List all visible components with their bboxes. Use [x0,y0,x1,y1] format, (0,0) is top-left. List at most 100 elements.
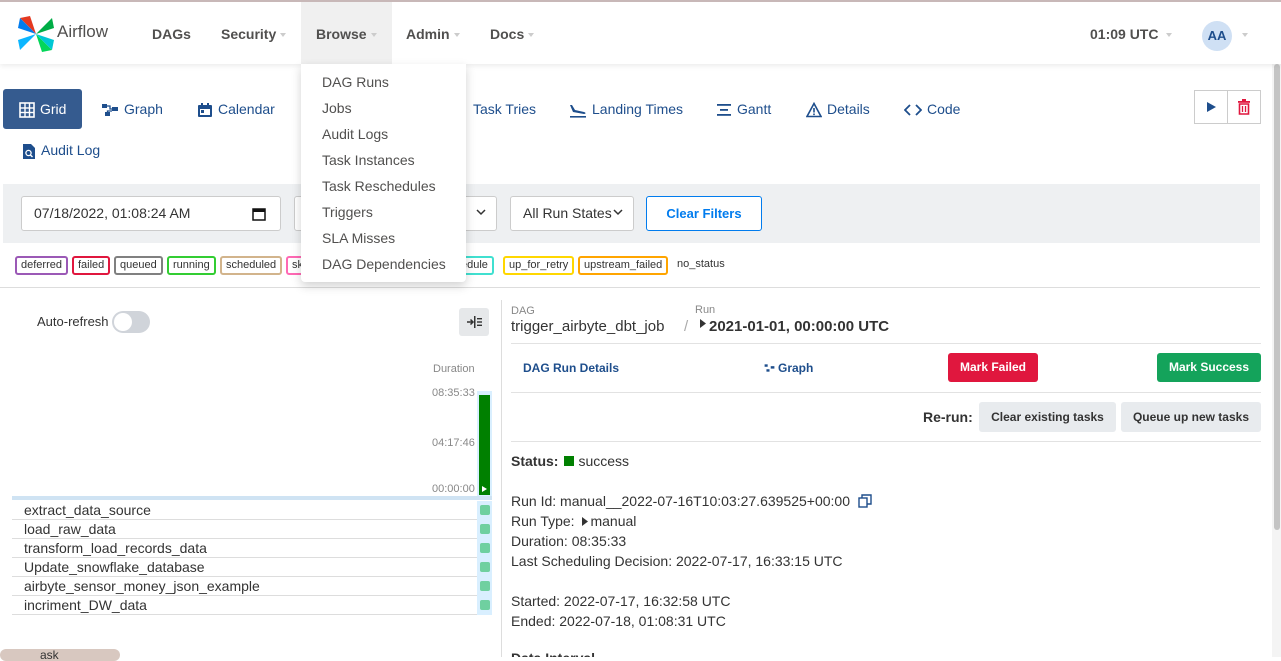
legend-up-for-retry[interactable]: up_for_retry [503,256,575,275]
menu-item-sla-misses[interactable]: SLA Misses [301,226,466,252]
legend-scheduled[interactable]: scheduled [220,256,283,275]
play-icon [482,486,487,492]
tab-code[interactable]: Code [904,89,960,129]
graph-button[interactable]: Graph [764,361,813,375]
scrollbar-thumb[interactable] [1274,64,1280,530]
panel-divider [501,300,502,657]
nav-dags[interactable]: DAGs [138,2,205,66]
menu-item-dag-runs[interactable]: DAG Runs [301,70,466,96]
task-row[interactable]: extract_data_source [12,501,492,520]
graph-icon [764,364,775,372]
run-state-select[interactable]: All Run States [510,196,634,231]
started-line: Started: 2022-07-17, 16:32:58 UTC [511,593,731,609]
menu-item-triggers[interactable]: Triggers [301,200,466,226]
task-instance-success[interactable] [480,562,490,572]
legend-failed[interactable]: failed [72,256,111,275]
duration-line: Duration: 08:35:33 [511,533,627,549]
clear-existing-tasks-button[interactable]: Clear existing tasks [979,402,1116,432]
calendar-icon [198,103,212,118]
copy-icon[interactable] [858,494,872,508]
legend-deferred[interactable]: deferred [15,256,68,275]
tab-calendar[interactable]: Calendar [197,89,275,129]
trash-icon [1238,99,1250,115]
auto-refresh-toggle[interactable] [112,311,150,333]
menu-item-jobs[interactable]: Jobs [301,96,466,122]
breadcrumb-run-id[interactable]: 2021-01-01, 00:00:00 UTC [709,318,889,335]
task-instance-success[interactable] [480,505,490,515]
task-instance-success[interactable] [480,600,490,610]
nav-admin[interactable]: Admin [392,2,474,66]
tab-task-tries[interactable]: Task Tries [473,89,536,129]
divider [511,343,1261,344]
task-instance-success[interactable] [480,543,490,553]
trigger-dag-button[interactable] [1194,90,1228,124]
task-instances-badge[interactable]: ask Instances(8) [0,649,120,661]
user-avatar[interactable]: AA [1202,21,1232,51]
task-name[interactable]: Update_snowflake_database [24,559,205,576]
data-interval-line: Data Interval [511,650,595,657]
last-scheduling-line: Last Scheduling Decision: 2022-07-17, 16… [511,553,843,569]
menu-item-audit-logs[interactable]: Audit Logs [301,122,466,148]
breadcrumb-dag-id[interactable]: trigger_airbyte_dbt_job [511,318,664,335]
grid-separator [12,496,492,500]
task-instance-success[interactable] [480,524,490,534]
task-name[interactable]: incriment_DW_data [24,597,147,614]
status-label: Status: [511,453,559,469]
calendar-picker-icon[interactable] [252,207,266,221]
collapse-details-button[interactable] [459,308,489,336]
task-row[interactable]: transform_load_records_data [12,539,492,558]
dag-run-duration-bar[interactable] [479,395,490,495]
run-type-line: Run Type: manual [511,513,637,529]
legend-running[interactable]: running [167,256,216,275]
brand-name[interactable]: Airflow [57,22,108,42]
chevron-down-icon [476,209,486,216]
divider [511,392,1261,393]
collapse-arrow-icon [467,316,482,328]
tab-landing-times[interactable]: Landing Times [569,89,683,129]
task-name[interactable]: airbyte_sensor_money_json_example [24,578,260,595]
breadcrumb-dag-label: DAG [511,305,535,317]
task-row[interactable]: airbyte_sensor_money_json_example [12,577,492,596]
breadcrumb-separator: / [684,318,689,335]
menu-item-dag-dependencies[interactable]: DAG Dependencies [301,252,466,278]
task-name[interactable]: load_raw_data [24,521,116,538]
airflow-logo[interactable] [16,14,56,54]
tab-audit-log[interactable]: Audit Log [22,130,100,170]
caret-down-icon [1166,33,1173,38]
top-navbar: Airflow DAGs Security Browse Admin Docs … [0,0,1281,66]
task-name[interactable]: extract_data_source [24,502,151,519]
task-row[interactable]: load_raw_data [12,520,492,539]
file-search-icon [23,143,35,159]
base-date-input[interactable]: 07/18/2022, 01:08:24 AM [21,196,281,231]
mark-failed-button[interactable]: Mark Failed [948,353,1038,382]
tab-graph[interactable]: Graph [101,89,163,129]
task-row[interactable]: incriment_DW_data [12,596,492,615]
tab-details[interactable]: Details [806,89,870,129]
play-icon [1207,102,1216,112]
queue-new-tasks-button[interactable]: Queue up new tasks [1121,402,1261,432]
legend-no-status[interactable]: no_status [677,258,725,270]
task-instance-success[interactable] [480,581,490,591]
mark-success-button[interactable]: Mark Success [1157,353,1261,382]
menu-item-task-reschedules[interactable]: Task Reschedules [301,174,466,200]
auto-refresh-label: Auto-refresh [37,314,109,329]
run-id-line: Run Id: manual__2022-07-16T10:03:27.6395… [511,493,872,509]
delete-dag-button[interactable] [1227,90,1261,124]
legend-queued[interactable]: queued [114,256,163,275]
utc-clock[interactable]: 01:09 UTC [1090,2,1173,66]
duration-tick-mid: 04:17:46 [432,437,475,449]
task-name[interactable]: transform_load_records_data [24,540,207,557]
clear-filters-button[interactable]: Clear Filters [646,196,762,231]
caret-down-icon[interactable] [1242,33,1248,37]
nav-security[interactable]: Security [207,2,300,66]
task-row[interactable]: Update_snowflake_database [12,558,492,577]
nav-browse[interactable]: Browse [301,2,392,66]
tab-gantt[interactable]: Gantt [716,89,771,129]
nav-docs[interactable]: Docs [476,2,548,66]
dag-run-details-button[interactable]: DAG Run Details [523,361,619,375]
menu-item-task-instances[interactable]: Task Instances [301,148,466,174]
tab-grid[interactable]: Grid [3,89,83,129]
chevron-down-icon [613,209,623,216]
caret-down-icon [528,33,535,38]
legend-upstream-failed[interactable]: upstream_failed [578,256,669,275]
